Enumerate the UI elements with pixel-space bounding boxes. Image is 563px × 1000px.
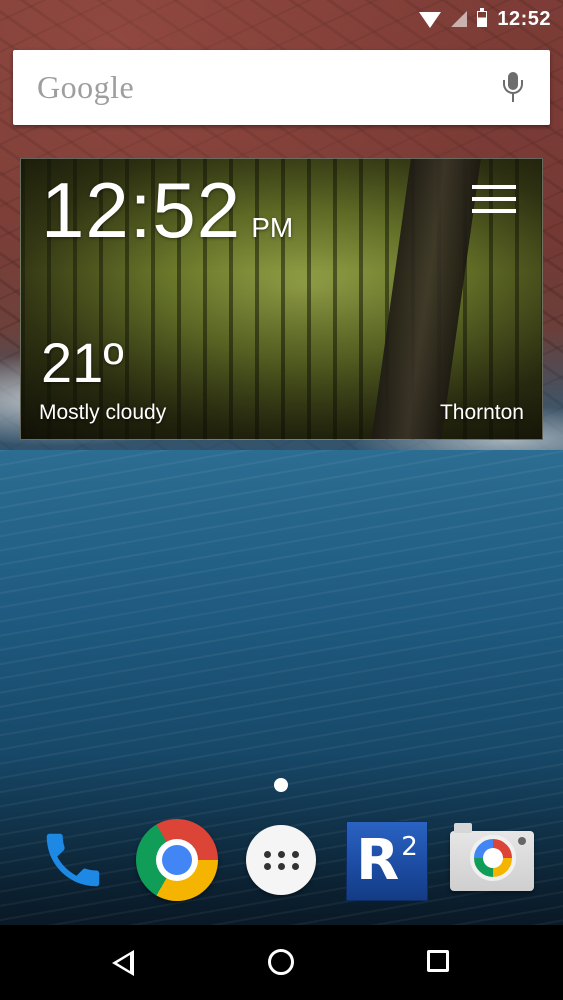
r2-app-icon[interactable]: R 2 bbox=[342, 815, 432, 905]
clock-weather-widget[interactable]: 12:52 PM 21º Mostly cloudy Thornton bbox=[20, 158, 543, 440]
google-search-bar[interactable]: Google bbox=[13, 50, 550, 125]
home-screen: 12:52 Google 12:52 PM 21º Mostly cloudy … bbox=[0, 0, 563, 1000]
r2-label: R bbox=[356, 828, 400, 893]
microphone-icon[interactable] bbox=[500, 70, 526, 106]
widget-clock-ampm: PM bbox=[251, 212, 294, 243]
phone-app-icon[interactable] bbox=[28, 815, 118, 905]
status-bar: 12:52 bbox=[0, 0, 563, 38]
navigation-bar bbox=[0, 925, 563, 1000]
hamburger-menu-icon[interactable] bbox=[472, 185, 516, 213]
status-time: 12:52 bbox=[497, 7, 551, 30]
r2-superscript: 2 bbox=[401, 832, 418, 862]
cell-signal-icon bbox=[451, 11, 468, 27]
r2-icon: R 2 bbox=[346, 821, 428, 901]
battery-icon bbox=[477, 8, 488, 27]
widget-location: Thornton bbox=[439, 401, 524, 424]
chrome-app-icon[interactable] bbox=[132, 815, 222, 905]
app-drawer-button[interactable] bbox=[236, 815, 326, 905]
google-logo: Google bbox=[37, 69, 135, 105]
phone-icon bbox=[46, 833, 100, 887]
widget-clock-time: 12:52 bbox=[41, 166, 242, 254]
wifi-icon bbox=[419, 12, 442, 28]
page-indicator-dot bbox=[274, 778, 288, 792]
widget-background-tree bbox=[371, 159, 481, 439]
recents-icon[interactable] bbox=[427, 950, 449, 972]
widget-clock[interactable]: 12:52 PM bbox=[41, 171, 293, 249]
widget-temperature: 21º bbox=[41, 331, 124, 394]
back-icon[interactable] bbox=[112, 950, 134, 976]
camera-app-icon[interactable] bbox=[446, 815, 536, 905]
wallpaper-sea bbox=[0, 450, 563, 1000]
app-dock: R 2 bbox=[0, 815, 563, 910]
home-icon[interactable] bbox=[268, 949, 294, 975]
widget-condition: Mostly cloudy bbox=[39, 401, 167, 424]
